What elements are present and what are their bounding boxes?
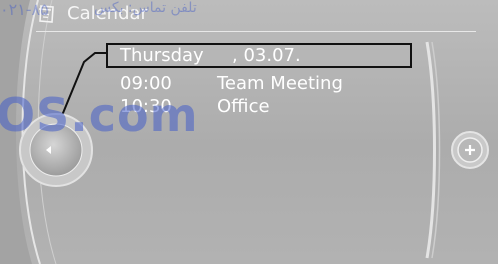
idrive-screen: Calendar Thursday , 03.07. 09:00 Team Me… (0, 0, 498, 264)
list-item[interactable]: 09:00 Team Meeting (120, 73, 400, 95)
event-title: Team Meeting (217, 73, 343, 94)
event-title: Office (217, 96, 270, 117)
scrollbar[interactable] (421, 40, 443, 260)
plus-icon (465, 145, 475, 155)
arrow-left-icon (46, 146, 51, 154)
event-time: 09:00 (120, 73, 172, 94)
list-item[interactable]: 10:30 Office (120, 96, 400, 118)
back-knob[interactable] (12, 112, 100, 188)
event-time: 10:30 (120, 96, 172, 117)
